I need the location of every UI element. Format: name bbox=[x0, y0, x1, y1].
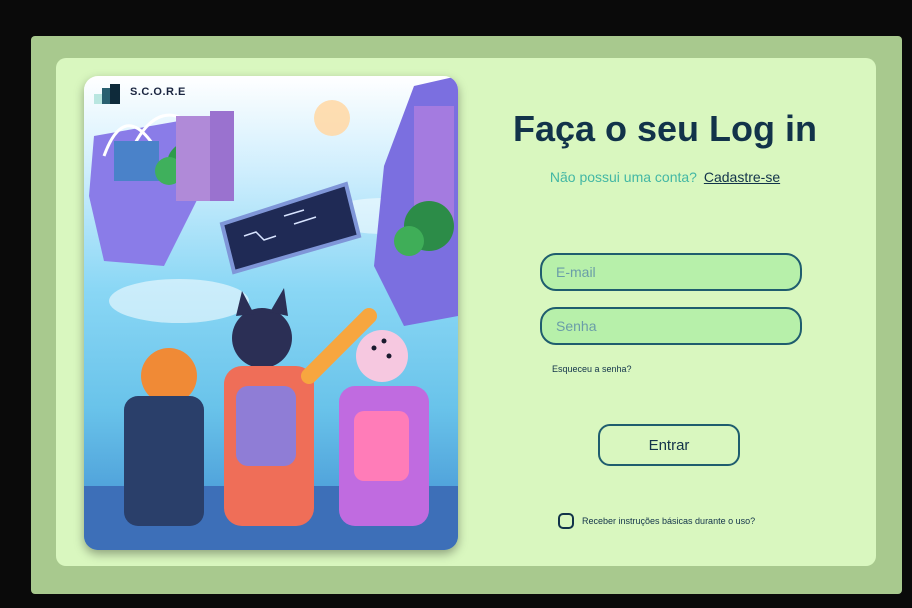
illustration-art bbox=[84, 76, 458, 550]
page-title: Faça o seu Log in bbox=[512, 108, 818, 149]
password-input[interactable] bbox=[540, 307, 802, 345]
signup-link[interactable]: Cadastre-se bbox=[704, 169, 780, 185]
no-account-text: Não possui uma conta? bbox=[549, 169, 697, 185]
email-input[interactable] bbox=[540, 253, 802, 291]
logo-mark-icon bbox=[94, 84, 120, 106]
forgot-password-link[interactable]: Esqueceu a senha? bbox=[552, 364, 632, 374]
logo-text: S.C.O.R.E bbox=[130, 86, 186, 98]
checkbox-icon[interactable] bbox=[558, 513, 574, 529]
instructions-checkbox-label: Receber instruções básicas durante o uso… bbox=[582, 516, 756, 526]
login-button[interactable]: Entrar bbox=[598, 424, 740, 466]
hero-illustration: S.C.O.R.E bbox=[84, 76, 458, 550]
signup-prompt: Não possui uma conta? Cadastre-se bbox=[470, 169, 860, 185]
